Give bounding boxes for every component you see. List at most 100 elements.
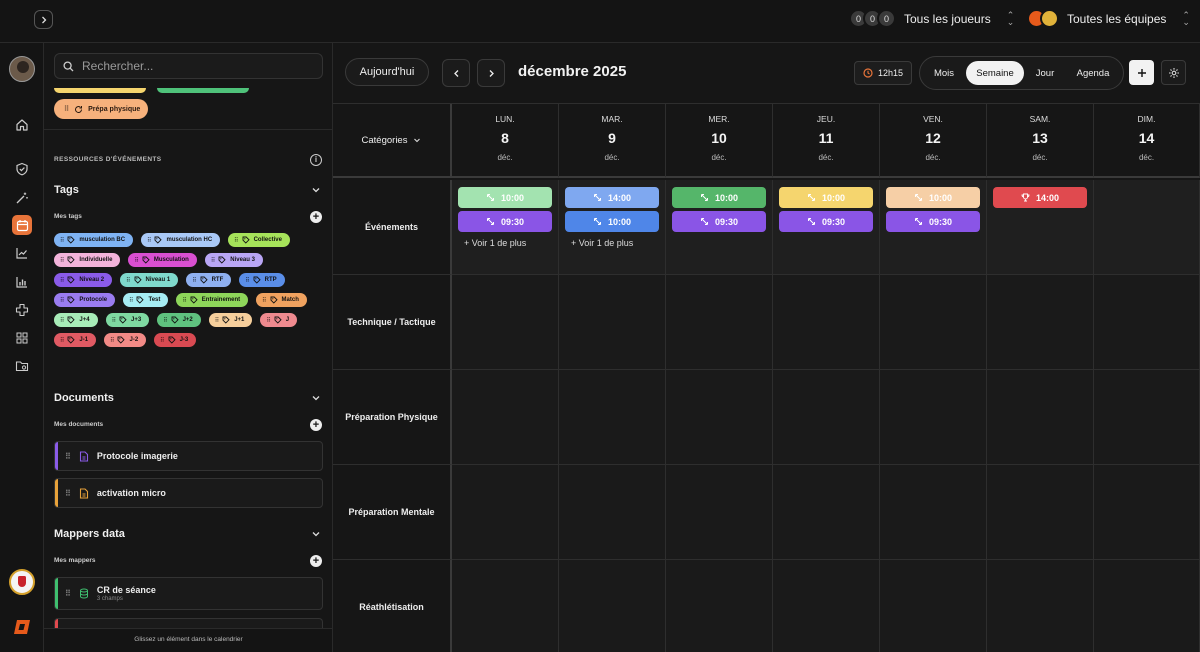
view-week-tab[interactable]: Semaine (966, 61, 1024, 85)
bar-chart-icon[interactable] (12, 272, 32, 292)
calendar-cell[interactable] (987, 275, 1094, 370)
medical-cross-icon[interactable] (12, 300, 32, 320)
calendar-cell[interactable] (880, 275, 987, 370)
calendar-cell[interactable]: 14:00 (987, 180, 1094, 275)
tag-pill[interactable]: ⠿ J+1 (208, 313, 253, 327)
event-chip[interactable]: 10:00 (565, 211, 659, 232)
home-icon[interactable] (12, 115, 32, 135)
search-input[interactable] (82, 59, 302, 73)
folder-search-icon[interactable] (12, 356, 32, 376)
players-selector[interactable]: 0 0 0 Tous les joueurs ⌃ ⌄ (849, 9, 1014, 28)
calendar-cell[interactable] (666, 465, 773, 560)
tag-pill[interactable]: ⠿ Niveau 2 (54, 273, 113, 287)
club-crest-icon[interactable] (9, 569, 35, 595)
tag-pill[interactable]: ⠿ Test (123, 293, 169, 307)
calendar-cell[interactable] (559, 370, 666, 465)
drag-handle-icon[interactable]: ⠿ (192, 277, 197, 284)
user-avatar[interactable] (9, 56, 35, 82)
add-mapper-button[interactable]: + (310, 555, 322, 567)
drag-handle-icon[interactable]: ⠿ (245, 277, 250, 284)
event-chip[interactable]: 10:00 (458, 187, 552, 208)
add-tag-button[interactable]: + (310, 211, 322, 223)
line-chart-icon[interactable] (12, 243, 32, 263)
drag-handle-icon[interactable]: ⠿ (126, 277, 131, 284)
show-more-link[interactable]: + Voir 1 de plus (464, 238, 526, 248)
event-chip[interactable]: 14:00 (993, 187, 1087, 208)
drag-handle-icon[interactable]: ⠿ (112, 317, 117, 324)
drag-handle-icon[interactable]: ⠿ (60, 237, 65, 244)
calendar-cell[interactable]: 10:00 09:30 + Voir 1 de plus (452, 180, 559, 275)
day-header[interactable]: SAM. 13 déc. (987, 104, 1094, 178)
tag-pill[interactable]: ⠿ J+4 (54, 313, 98, 327)
tag-pill[interactable]: ⠿ Niveau 3 (204, 253, 263, 267)
calendar-cell[interactable] (773, 370, 880, 465)
day-header[interactable]: LUN. 8 déc. (452, 104, 559, 178)
drag-handle-icon[interactable]: ⠿ (65, 452, 71, 461)
calendar-cell[interactable] (773, 465, 880, 560)
add-event-button[interactable] (1129, 60, 1154, 85)
day-header[interactable]: JEU. 11 déc. (773, 104, 880, 178)
calendar-cell[interactable]: 14:00 10:00 + Voir 1 de plus (559, 180, 666, 275)
calendar-cell[interactable] (1094, 180, 1200, 275)
chevron-down-icon[interactable] (310, 185, 322, 197)
next-week-button[interactable] (477, 59, 505, 87)
day-header[interactable]: DIM. 14 déc. (1094, 104, 1200, 178)
calendar-cell[interactable] (1094, 560, 1200, 652)
event-chip[interactable]: 14:00 (565, 187, 659, 208)
view-agenda-tab[interactable]: Agenda (1066, 61, 1120, 85)
calendar-cell[interactable] (559, 275, 666, 370)
calendar-cell[interactable] (452, 465, 559, 560)
calendar-cell[interactable]: 10:00 09:30 (666, 180, 773, 275)
tag-pill[interactable]: ⠿ J-1 (54, 333, 97, 347)
tag-pill[interactable]: ⠿ Entrainement (176, 293, 249, 307)
drag-handle-icon[interactable]: ⠿ (262, 297, 267, 304)
event-chip[interactable]: 10:00 (779, 187, 873, 208)
calendar-cell[interactable] (1094, 465, 1200, 560)
tag-pill[interactable]: ⠿ musculation HC (141, 233, 221, 247)
calendar-cell[interactable] (1094, 275, 1200, 370)
add-document-button[interactable]: + (310, 419, 322, 431)
tag-pill[interactable]: ⠿ J+2 (157, 313, 201, 327)
mapper-item[interactable]: ⠿ CR de séance 3 champs (54, 577, 323, 610)
drag-handle-icon[interactable]: ⠿ (60, 337, 65, 344)
tag-pill-partial[interactable] (54, 88, 146, 93)
document-item[interactable]: ⠿ Protocole imagerie (54, 441, 323, 471)
drag-handle-icon[interactable]: ⠿ (64, 105, 69, 113)
today-button[interactable]: Aujourd'hui (345, 58, 429, 86)
day-header[interactable]: MER. 10 déc. (666, 104, 773, 178)
settings-button[interactable] (1161, 60, 1186, 85)
calendar-cell[interactable] (987, 370, 1094, 465)
calendar-cell[interactable] (773, 275, 880, 370)
drag-handle-icon[interactable]: ⠿ (129, 297, 134, 304)
tag-pill[interactable]: ⠿ musculation BC (54, 233, 134, 247)
view-month-tab[interactable]: Mois (924, 61, 964, 85)
tag-pill-partial[interactable] (157, 88, 249, 93)
tag-pill[interactable]: ⠿ Protocole (54, 293, 116, 307)
tag-pill[interactable]: ⠿ J+3 (105, 313, 150, 327)
calendar-cell[interactable] (452, 275, 559, 370)
event-chip[interactable]: 09:30 (779, 211, 873, 232)
tag-pill[interactable]: ⠿ Individuelle (54, 253, 121, 267)
tag-pill[interactable]: ⠿ Niveau 1 (120, 273, 179, 287)
expand-sidebar-button[interactable] (34, 10, 53, 29)
tag-pill[interactable]: ⠿ J (260, 313, 298, 327)
categories-filter[interactable]: Catégories (333, 104, 452, 178)
calendar-cell[interactable] (559, 560, 666, 652)
drag-handle-icon[interactable]: ⠿ (215, 317, 220, 324)
dashboard-grid-icon[interactable] (12, 328, 32, 348)
calendar-cell[interactable] (452, 370, 559, 465)
calendar-cell[interactable]: 10:00 09:30 (880, 180, 987, 275)
calendar-cell[interactable] (666, 560, 773, 652)
calendar-cell[interactable] (987, 560, 1094, 652)
calendar-icon[interactable] (12, 215, 32, 235)
search-box[interactable] (54, 53, 323, 79)
chevron-down-icon[interactable] (310, 529, 322, 541)
day-header[interactable]: MAR. 9 déc. (559, 104, 666, 178)
teams-selector[interactable]: Toutes les équipes ⌃ ⌄ (1027, 9, 1190, 28)
tag-pill[interactable]: ⠿ J-2 (104, 333, 147, 347)
drag-handle-icon[interactable]: ⠿ (60, 277, 65, 284)
prep-physique-pill[interactable]: ⠿ Prépa physique (54, 99, 149, 119)
drag-handle-icon[interactable]: ⠿ (211, 257, 216, 264)
event-chip[interactable]: 10:00 (886, 187, 980, 208)
calendar-cell[interactable] (880, 465, 987, 560)
